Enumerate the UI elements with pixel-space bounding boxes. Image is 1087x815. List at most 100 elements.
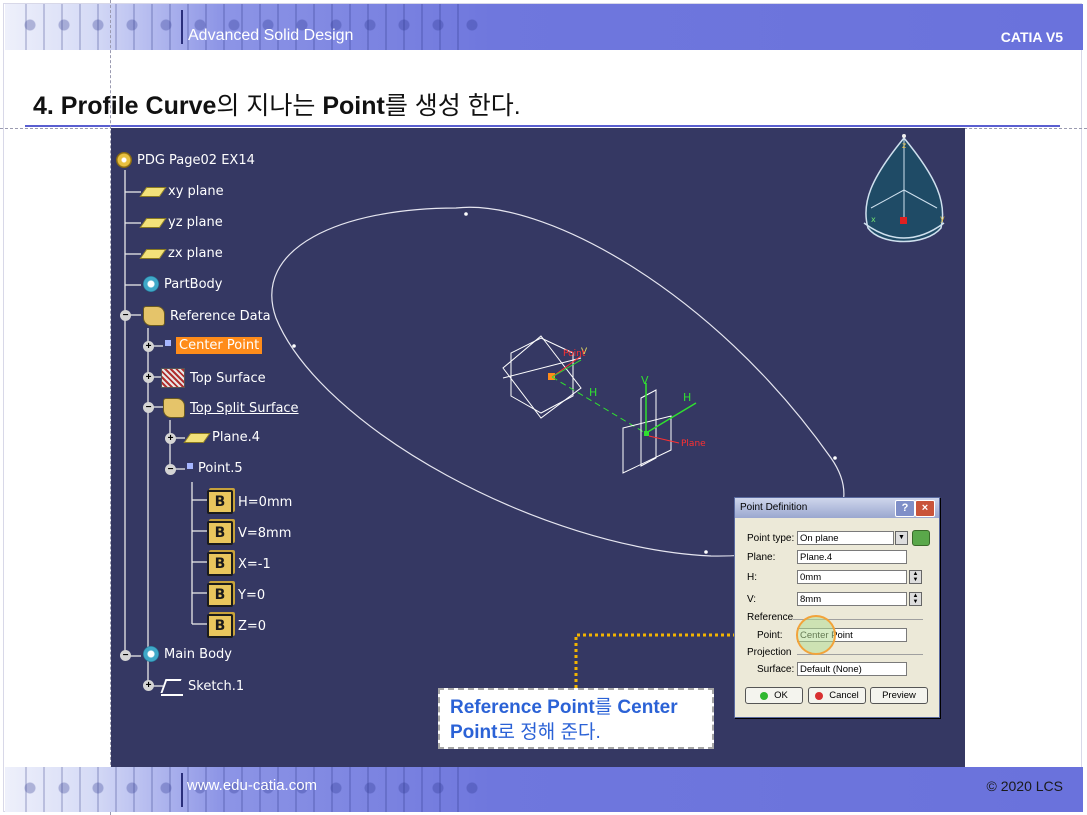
collapse-icon[interactable]: −	[143, 402, 154, 413]
title-underline	[25, 125, 1060, 127]
geometrical-set-icon	[143, 306, 165, 326]
tree-item-main-body[interactable]: Main Body	[143, 646, 232, 662]
tree-item-label: Z=0	[238, 618, 267, 634]
v-spinner-icon[interactable]: ▲ ▼	[909, 592, 922, 606]
ok-button[interactable]: OK	[745, 687, 803, 704]
slide-title-part-2: 의 지나는	[216, 92, 323, 120]
expand-icon[interactable]: +	[143, 341, 154, 352]
tree-item-center-point[interactable]: Center Point	[165, 337, 263, 354]
tree-root-label: PDG Page02 EX14	[137, 152, 255, 168]
cancel-button-label: Cancel	[829, 690, 859, 701]
tree-item-top-split-surface[interactable]: Top Split Surface	[163, 398, 299, 418]
tree-item-top-surface[interactable]: Top Surface	[161, 368, 266, 388]
surface-row: Surface: Default (None)	[757, 662, 907, 676]
plane-label: Plane	[681, 439, 706, 449]
tree-item-label: Top Split Surface	[190, 400, 299, 416]
product-name: CATIA V5	[1000, 29, 1063, 45]
parameter-icon: B	[207, 583, 233, 607]
specification-tree[interactable]: PDG Page02 EX14 xy plane yz plane zx pla…	[111, 128, 411, 768]
close-button[interactable]: ×	[915, 500, 935, 517]
body-icon	[143, 646, 159, 662]
svg-text:y: y	[940, 214, 945, 223]
geometrical-set-icon	[163, 398, 185, 418]
point-definition-dialog[interactable]: Point Definition ? × Point type: On plan…	[734, 497, 940, 718]
tree-item-label: xy plane	[168, 184, 224, 199]
tree-item-z-param[interactable]: B Z=0	[207, 614, 266, 638]
dialog-title: Point Definition	[740, 502, 808, 513]
tree-item-point5[interactable]: Point.5	[187, 461, 243, 476]
v-field[interactable]: 8mm	[797, 592, 907, 606]
tree-item-partbody[interactable]: PartBody	[143, 276, 222, 292]
expand-icon[interactable]: +	[143, 372, 154, 383]
point-type-label: Point type:	[747, 532, 795, 544]
tree-item-label: Main Body	[164, 646, 232, 662]
h-field[interactable]: 0mm	[797, 570, 907, 584]
reference-group-label: Reference	[747, 612, 794, 623]
callout-text: 를	[594, 697, 618, 718]
footer-separator	[181, 773, 183, 807]
website-link[interactable]: www.edu-catia.com	[187, 777, 317, 794]
point-icon	[165, 339, 171, 346]
axis-red	[551, 355, 582, 378]
v-label: V:	[747, 593, 757, 605]
point-5-marker[interactable]	[644, 431, 649, 436]
chevron-down-icon[interactable]: ▼	[895, 531, 908, 545]
tree-item-label: Top Surface	[190, 370, 266, 386]
expand-icon[interactable]: +	[165, 433, 176, 444]
ref-point-label: Point:	[757, 629, 783, 641]
highlight-circle	[796, 615, 836, 655]
parameter-icon: B	[207, 490, 233, 514]
callout-text: Point	[450, 722, 498, 743]
h-spinner-icon[interactable]: ▲ ▼	[909, 570, 922, 584]
tree-item-label: Plane.4	[212, 430, 261, 445]
plane-field[interactable]: Plane.4	[797, 550, 907, 564]
collapse-icon[interactable]: −	[120, 310, 131, 321]
cancel-button[interactable]: Cancel	[808, 687, 866, 704]
tree-item-label: Sketch.1	[188, 678, 245, 694]
plane-leader	[648, 435, 680, 444]
tree-item-x-param[interactable]: B X=-1	[207, 552, 271, 576]
axis-label-v: V	[641, 374, 649, 387]
point-type-pick-icon[interactable]	[912, 530, 930, 546]
point-icon	[187, 462, 193, 469]
tree-item-yz-plane[interactable]: yz plane	[139, 215, 223, 230]
tree-item-h-param[interactable]: B H=0mm	[207, 490, 292, 514]
v-row: V: 8mm ▲ ▼	[747, 592, 922, 606]
point-label: Point	[563, 349, 586, 359]
plane-label: Plane:	[747, 551, 776, 563]
tree-item-sketch1[interactable]: Sketch.1	[161, 676, 244, 696]
tree-item-v-param[interactable]: B V=8mm	[207, 521, 291, 545]
body-icon	[143, 276, 159, 292]
collapse-icon[interactable]: −	[165, 464, 176, 475]
part-icon	[116, 152, 132, 168]
tree-item-plane4[interactable]: Plane.4	[183, 430, 261, 445]
sketch-icon	[161, 676, 183, 696]
tree-item-label: H=0mm	[238, 494, 293, 510]
surface-field[interactable]: Default (None)	[797, 662, 907, 676]
preview-button[interactable]: Preview	[870, 687, 928, 704]
point-type-select[interactable]: On plane	[797, 531, 894, 545]
tree-item-label: Y=0	[238, 587, 266, 603]
tree-root[interactable]: PDG Page02 EX14	[116, 152, 255, 168]
instruction-callout: Reference Point를 Center Point로 정해 준다.	[438, 688, 714, 749]
tree-item-reference-data[interactable]: Reference Data	[143, 306, 271, 326]
center-point-marker[interactable]	[548, 373, 555, 380]
svg-text:x: x	[871, 215, 876, 224]
collapse-icon[interactable]: −	[120, 650, 131, 661]
h-label: H:	[747, 571, 757, 583]
tree-item-xy-plane[interactable]: xy plane	[139, 184, 224, 199]
dialog-title-bar[interactable]: Point Definition ? ×	[735, 498, 939, 518]
curve-point	[833, 456, 837, 460]
tree-item-y-param[interactable]: B Y=0	[207, 583, 265, 607]
curve-point	[704, 550, 708, 554]
surface-label: Surface:	[757, 663, 795, 675]
header-separator	[181, 10, 183, 44]
svg-text:z: z	[902, 141, 906, 150]
expand-icon[interactable]: +	[143, 680, 154, 691]
h-row: H: 0mm ▲ ▼	[747, 570, 922, 584]
compass[interactable]: z x y	[863, 134, 945, 243]
tree-item-zx-plane[interactable]: zx plane	[139, 246, 223, 261]
help-button[interactable]: ?	[895, 500, 915, 517]
slide-title: 4. Profile Curve의 지나는 Point를 생성 한다.	[33, 86, 521, 122]
tree-item-label: Reference Data	[170, 308, 271, 324]
